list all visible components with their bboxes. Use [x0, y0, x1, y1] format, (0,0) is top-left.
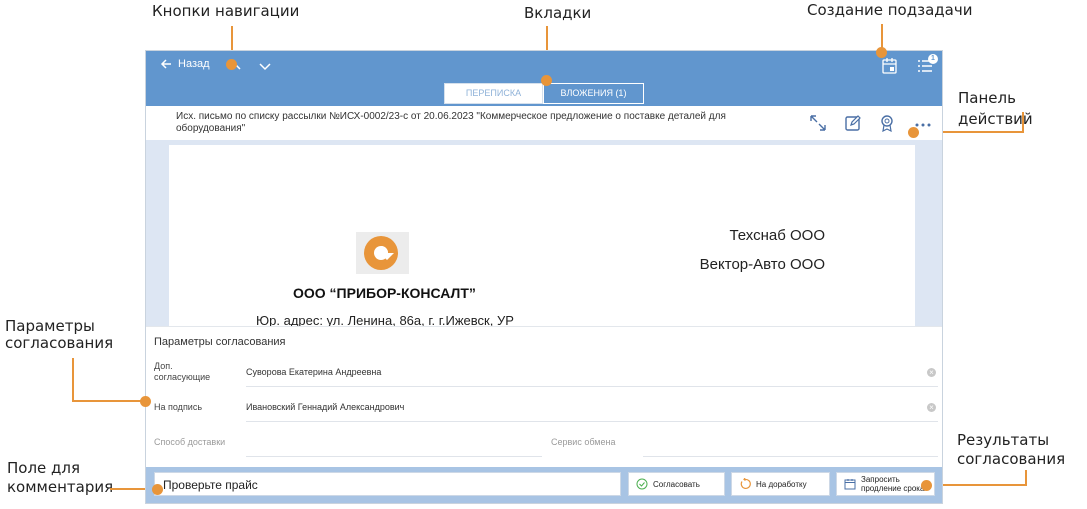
rework-button[interactable]: На доработку — [731, 472, 830, 496]
back-button[interactable]: Назад — [160, 58, 210, 70]
callout-results-1: Результаты — [957, 431, 1050, 449]
callout-comment-field-2: комментария — [7, 478, 114, 496]
rework-label: На доработку — [756, 479, 807, 489]
callout-dot — [908, 127, 919, 138]
expand-icon[interactable] — [809, 114, 827, 132]
signing-label: На подпись — [154, 402, 203, 412]
bottom-action-bar: Проверьте прайс Согласовать На доработку… — [146, 467, 942, 503]
check-circle-icon — [636, 478, 648, 490]
approve-label: Согласовать — [653, 479, 700, 489]
document-viewer[interactable]: Техснаб ООО Вектор-Авто ООО ООО “ПРИБОР-… — [146, 140, 942, 328]
arrow-left-icon — [160, 59, 171, 69]
extra-approvers-label: Доп. согласующие — [154, 361, 211, 382]
recipient-2: Вектор-Авто ООО — [699, 256, 825, 273]
edit-icon[interactable] — [844, 114, 862, 132]
callout-tabs: Вкладки — [524, 4, 592, 22]
document-page: Техснаб ООО Вектор-Авто ООО ООО “ПРИБОР-… — [169, 145, 915, 328]
exchange-service-field[interactable]: Сервис обмена — [551, 437, 615, 447]
calendar-icon — [844, 479, 856, 490]
leader-line — [72, 358, 74, 402]
comment-input[interactable]: Проверьте прайс — [154, 472, 621, 496]
divider — [246, 386, 938, 387]
callout-dot — [876, 47, 887, 58]
leader-line — [1022, 112, 1024, 133]
callout-approval-params-2: согласования — [5, 334, 114, 352]
tab-correspondence[interactable]: ПЕРЕПИСКА — [444, 83, 543, 104]
divider — [246, 421, 938, 422]
extend-label: Запросить продление срока — [861, 475, 925, 493]
recipient-1: Техснаб ООО — [729, 227, 825, 244]
callout-dot — [541, 75, 552, 86]
approve-button[interactable]: Согласовать — [628, 472, 725, 496]
callout-subtask: Создание подзадачи — [807, 1, 973, 19]
extra-approvers-field[interactable]: Суворова Екатерина Андреевна — [246, 367, 381, 377]
callout-dot — [152, 484, 163, 495]
company-logo — [356, 232, 409, 274]
callout-comment-field-1: Поле для — [7, 459, 81, 477]
app-window: Назад 1 ПЕРЕПИСКА ВЛОЖЕНИЯ (1) Исх. пись… — [145, 50, 943, 504]
delivery-method-field[interactable]: Способ доставки — [154, 437, 225, 447]
leader-line — [1025, 470, 1027, 486]
refresh-logo-icon — [364, 236, 398, 270]
task-count-badge: 1 — [928, 54, 938, 64]
divider — [643, 456, 938, 457]
chevron-down-icon[interactable] — [258, 59, 272, 73]
award-icon[interactable] — [878, 114, 896, 132]
signing-field[interactable]: Ивановский Геннадий Александрович — [246, 402, 404, 412]
document-title: Исх. письмо по списку рассылки №ИСХ-0002… — [176, 111, 726, 134]
undo-circle-icon — [740, 478, 751, 489]
callout-dot — [226, 59, 237, 70]
tab-attachments[interactable]: ВЛОЖЕНИЯ (1) — [543, 83, 644, 104]
company-name: ООО “ПРИБОР-КОНСАЛТ” — [293, 285, 476, 301]
tab-bar: ПЕРЕПИСКА ВЛОЖЕНИЯ (1) — [444, 83, 644, 104]
create-subtask-icon[interactable] — [881, 57, 899, 75]
back-label: Назад — [178, 58, 210, 70]
divider — [246, 456, 542, 457]
clear-icon[interactable]: × — [927, 368, 936, 377]
leader-line — [72, 400, 144, 402]
callout-dot — [140, 396, 151, 407]
callout-results-2: согласования — [957, 450, 1066, 468]
callout-dot — [921, 480, 932, 491]
params-title: Параметры согласования — [154, 336, 286, 348]
approval-params-panel: Параметры согласования Доп. согласующие … — [146, 326, 942, 467]
callout-nav-buttons: Кнопки навигации — [152, 2, 300, 20]
clear-icon[interactable]: × — [927, 403, 936, 412]
